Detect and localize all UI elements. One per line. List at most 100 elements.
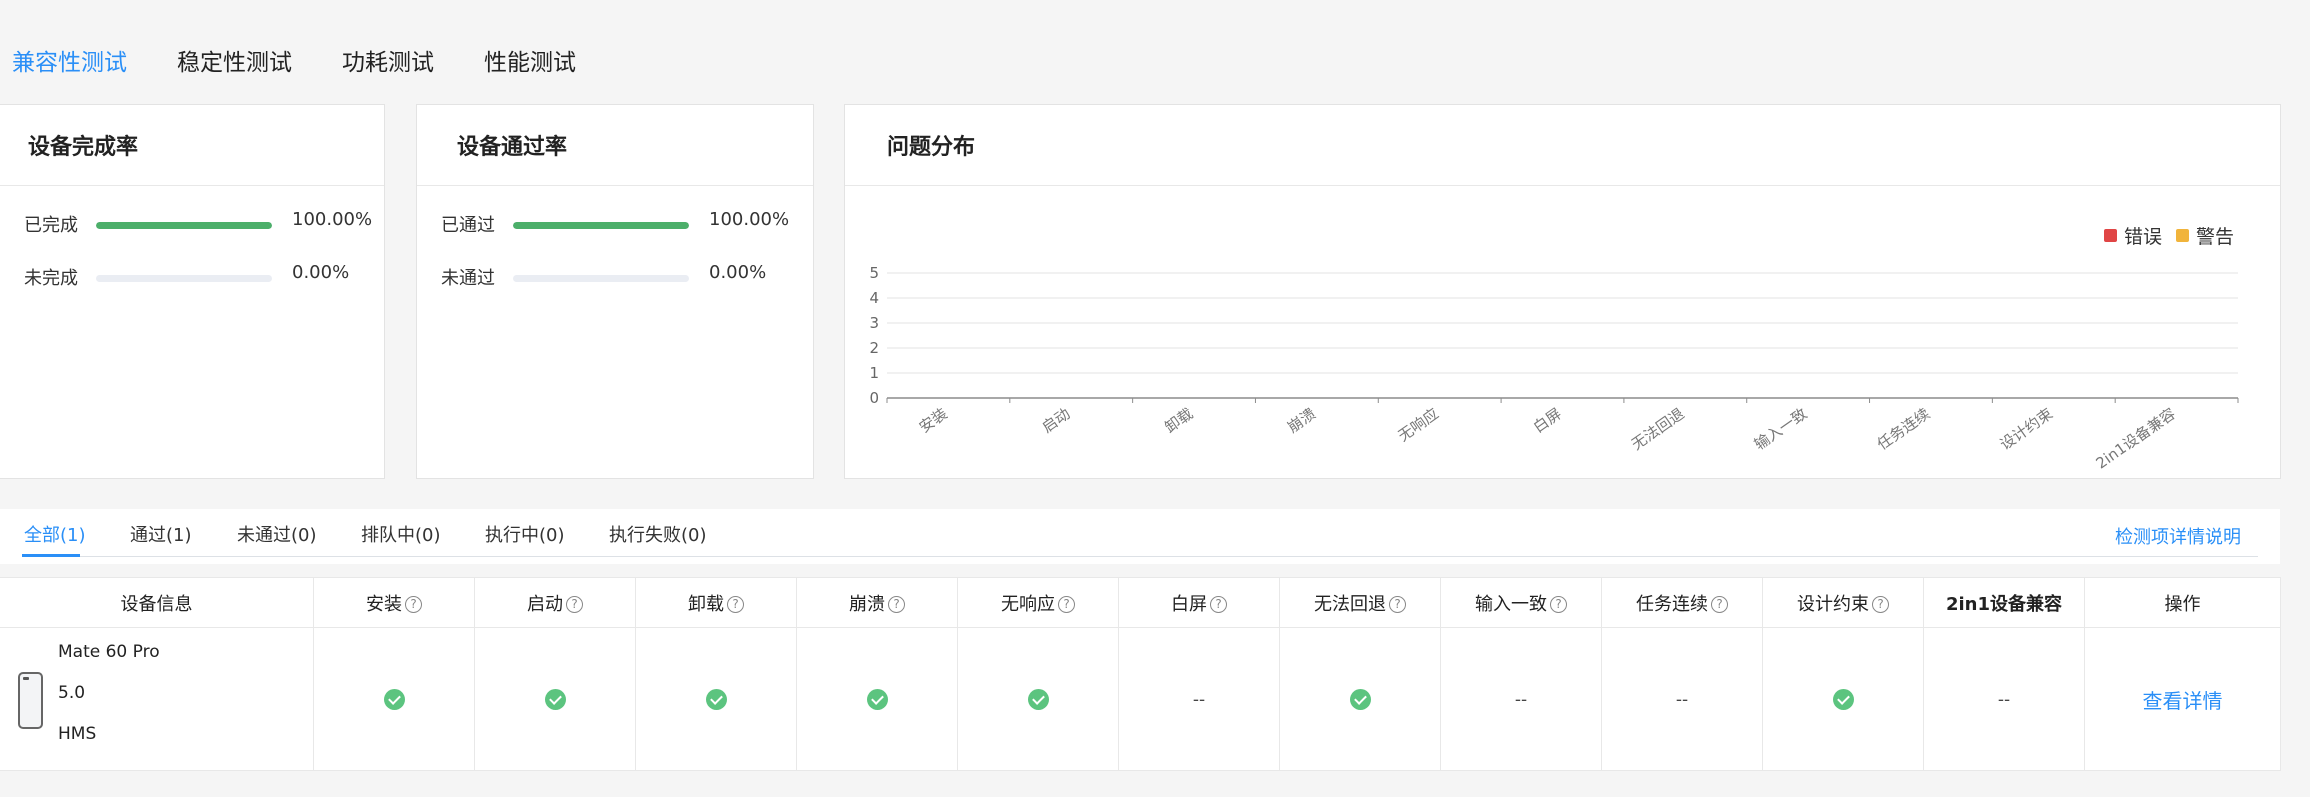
- table-row: Mate 60 Pro 5.0 HMS -- -- -- -- 查看详情: [0, 627, 2281, 771]
- header-2in1-compat: 2in1设备兼容: [1923, 577, 2085, 628]
- completion-card-header: 设备完成率: [0, 105, 384, 186]
- x-tick-label: 无响应: [1395, 405, 1442, 446]
- completed-row: 已完成 100.00%: [0, 209, 384, 241]
- result-cell-install: [313, 627, 475, 771]
- x-tick-label: 输入一致: [1751, 405, 1810, 454]
- y-tick-label: 2: [869, 339, 879, 357]
- help-icon[interactable]: ?: [1711, 596, 1728, 613]
- help-icon[interactable]: ?: [1550, 596, 1567, 613]
- tab-power[interactable]: 功耗测试: [342, 43, 434, 77]
- help-icon[interactable]: ?: [1058, 596, 1075, 613]
- not-applicable-text: --: [1192, 689, 1206, 710]
- check-circle-icon: [1349, 688, 1371, 710]
- x-tick-label: 任务连续: [1874, 405, 1933, 454]
- header-device-info: 设备信息: [0, 577, 314, 628]
- header-design-constraint: 设计约束?: [1762, 577, 1924, 628]
- failed-value: 0.00%: [709, 262, 767, 283]
- result-cell-design-constraint: [1762, 627, 1924, 771]
- header-label: 设备信息: [120, 593, 193, 615]
- completion-rate-card: 设备完成率 已完成 100.00% 未完成 0.00%: [0, 104, 385, 479]
- check-circle-icon: [544, 688, 566, 710]
- header-label: 2in1设备兼容: [1945, 593, 2063, 615]
- result-cell-launch: [474, 627, 636, 771]
- header-label: 任务连续: [1636, 593, 1708, 615]
- issue-distribution-card: 问题分布 错误 警告 0 1 2 3 4 5 安装 启动 卸载 崩溃 无响应 白屏 无法回退 输入一致 任务…: [844, 104, 2281, 479]
- help-icon[interactable]: ?: [1872, 596, 1889, 613]
- filter-tab-failed[interactable]: 未通过(0): [237, 521, 317, 547]
- header-anr: 无响应?: [957, 577, 1119, 628]
- header-label: 崩溃: [849, 593, 885, 615]
- completed-value: 100.00%: [292, 209, 373, 230]
- header-label: 输入一致: [1475, 593, 1547, 615]
- header-back-nav: 无法回退?: [1279, 577, 1441, 628]
- x-tick-label: 安装: [916, 405, 951, 437]
- results-table: 设备信息 安装? 启动? 卸载? 崩溃? 无响应? 白屏? 无法回退? 输入一致? 任务连续? 设计…: [0, 577, 2281, 771]
- result-filter-bar: 全部(1) 通过(1) 未通过(0) 排队中(0) 执行中(0) 执行失败(0)…: [0, 509, 2280, 564]
- x-tick-label: 设计约束: [1997, 405, 2056, 454]
- incomplete-row: 未完成 0.00%: [0, 262, 384, 294]
- x-tick-label: 2in1设备兼容: [2093, 405, 2179, 473]
- not-applicable-text: --: [1997, 689, 2011, 710]
- device-version: 5.0: [58, 683, 86, 703]
- help-icon[interactable]: ?: [888, 596, 905, 613]
- x-tick-label: 卸载: [1161, 405, 1196, 437]
- result-cell-2in1-compat: --: [1923, 627, 2085, 771]
- pass-rate-card: 设备通过率 已通过 100.00% 未通过 0.00%: [416, 104, 814, 479]
- completed-progress-fill: [96, 222, 272, 229]
- completed-label: 已完成: [24, 215, 78, 236]
- y-tick-label: 1: [869, 364, 879, 382]
- filter-tab-queued[interactable]: 排队中(0): [361, 521, 441, 547]
- result-cell-task-continuity: --: [1601, 627, 1763, 771]
- help-icon[interactable]: ?: [1210, 596, 1227, 613]
- x-tick-label: 崩溃: [1284, 405, 1319, 437]
- x-tick-label: 白屏: [1530, 405, 1565, 437]
- header-crash: 崩溃?: [796, 577, 958, 628]
- incomplete-value: 0.00%: [292, 262, 350, 283]
- help-icon[interactable]: ?: [566, 596, 583, 613]
- completed-progress-bar: [96, 222, 272, 229]
- result-cell-anr: [957, 627, 1119, 771]
- result-cell-crash: [796, 627, 958, 771]
- header-label: 卸载: [688, 593, 724, 615]
- check-circle-icon: [866, 688, 888, 710]
- help-icon[interactable]: ?: [727, 596, 744, 613]
- tab-performance[interactable]: 性能测试: [484, 43, 576, 77]
- passed-label: 已通过: [441, 215, 495, 236]
- help-icon[interactable]: ?: [405, 596, 422, 613]
- device-info-cell: Mate 60 Pro 5.0 HMS: [0, 627, 314, 771]
- header-input-consistency: 输入一致?: [1440, 577, 1602, 628]
- incomplete-progress-bar: [96, 275, 272, 282]
- header-uninstall: 卸载?: [635, 577, 797, 628]
- not-applicable-text: --: [1514, 689, 1528, 710]
- result-cell-input-consistency: --: [1440, 627, 1602, 771]
- passed-progress-fill: [513, 222, 689, 229]
- tab-stability[interactable]: 稳定性测试: [177, 43, 292, 77]
- header-label: 启动: [527, 593, 563, 615]
- header-label: 白屏: [1171, 593, 1207, 615]
- filter-tab-running[interactable]: 执行中(0): [485, 521, 565, 547]
- filter-tab-all[interactable]: 全部(1): [24, 521, 86, 547]
- header-label: 安装: [366, 593, 402, 615]
- filter-tab-error[interactable]: 执行失败(0): [609, 521, 707, 547]
- view-details-link[interactable]: 查看详情: [2143, 689, 2223, 713]
- check-circle-icon: [1027, 688, 1049, 710]
- filter-divider: [22, 556, 2258, 557]
- issue-chart: 0 1 2 3 4 5 安装 启动 卸载 崩溃 无响应 白屏 无法回退 输入一致 任务连续 设计约束 2in1设…: [869, 264, 2239, 473]
- incomplete-label: 未完成: [24, 268, 78, 289]
- completion-card-title: 设备完成率: [28, 135, 139, 160]
- test-item-details-link[interactable]: 检测项详情说明: [2115, 523, 2241, 549]
- result-cell-white-screen: --: [1118, 627, 1280, 771]
- check-circle-icon: [383, 688, 405, 710]
- help-icon[interactable]: ?: [1389, 596, 1406, 613]
- tab-compatibility[interactable]: 兼容性测试: [12, 43, 127, 77]
- y-tick-label: 5: [869, 264, 879, 282]
- table-header-row: 设备信息 安装? 启动? 卸载? 崩溃? 无响应? 白屏? 无法回退? 输入一致? 任务连续? 设计…: [0, 577, 2281, 628]
- filter-tab-passed[interactable]: 通过(1): [130, 521, 192, 547]
- active-tab-indicator: [22, 554, 80, 557]
- passed-row: 已通过 100.00%: [417, 209, 813, 241]
- header-label: 无法回退: [1314, 593, 1386, 615]
- y-tick-label: 0: [869, 389, 879, 407]
- header-label: 无响应: [1001, 593, 1055, 615]
- passed-value: 100.00%: [709, 209, 790, 230]
- x-tick-label: 无法回退: [1628, 405, 1687, 454]
